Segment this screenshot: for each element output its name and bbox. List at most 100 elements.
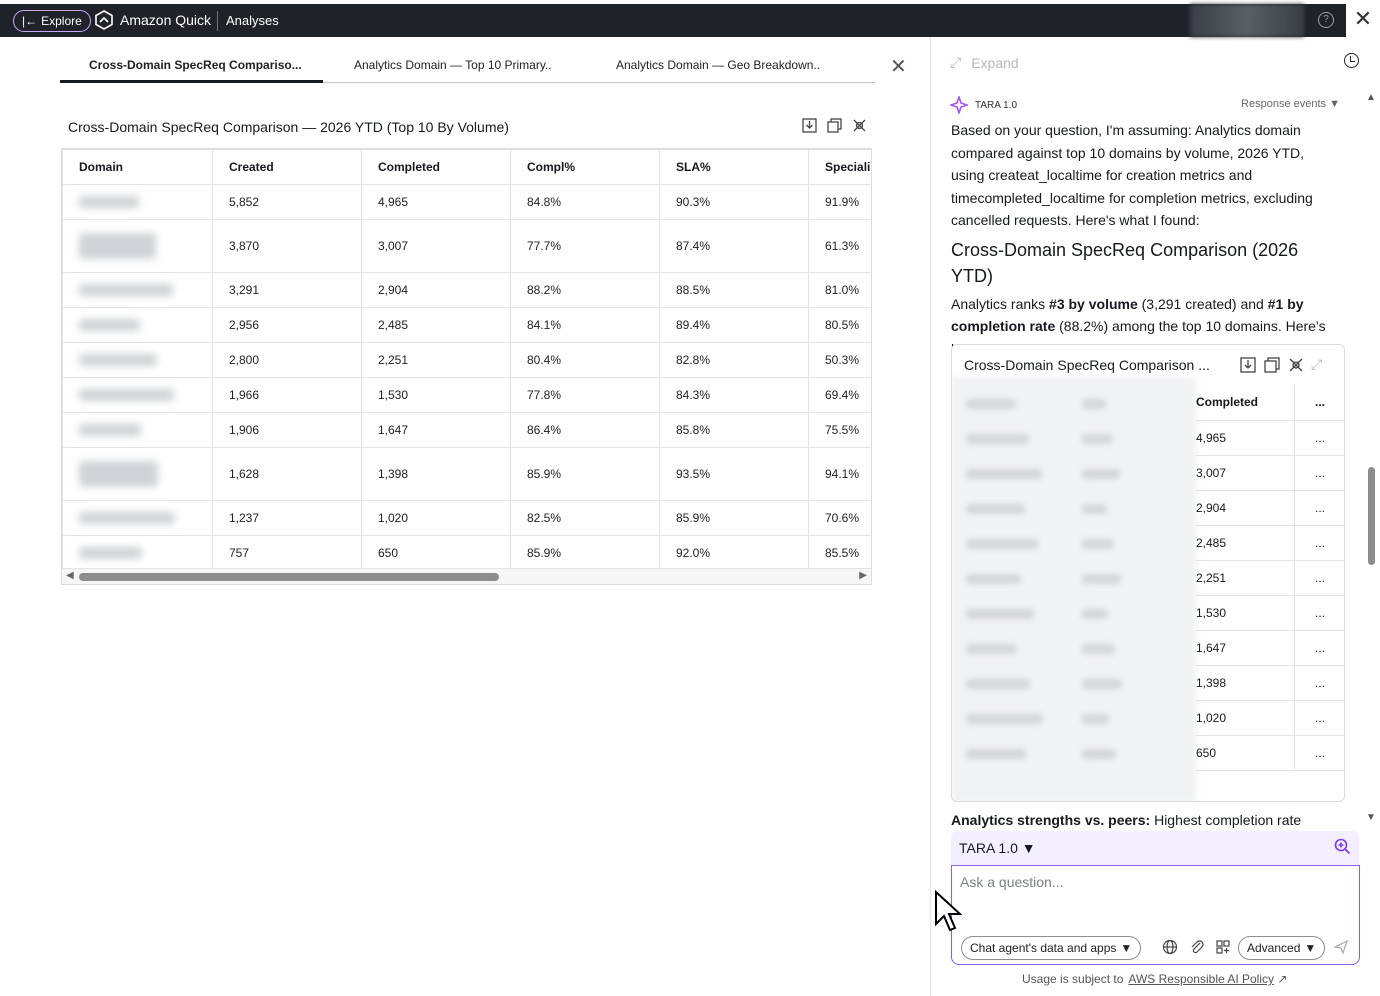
table-cell-sla[interactable]: 90.3% <box>659 184 809 220</box>
completed-cell[interactable]: 2,904 <box>1196 490 1295 526</box>
table-cell-created[interactable]: 757 <box>212 535 362 571</box>
table-cell-completed[interactable]: 1,647 <box>361 412 511 448</box>
account-menu-redacted[interactable] <box>1190 4 1304 37</box>
table-cell-created[interactable]: 3,870 <box>212 219 362 273</box>
download-icon[interactable] <box>1239 356 1257 374</box>
completed-cell[interactable]: 2,485 <box>1196 525 1295 561</box>
domain-cell-redacted[interactable] <box>62 535 213 571</box>
tab-cross-domain[interactable]: Cross-Domain SpecReq Compariso... <box>89 58 302 72</box>
table-cell-sla[interactable]: 93.5% <box>659 447 809 501</box>
table-row[interactable]: 1,020... <box>1196 700 1344 736</box>
more-cell[interactable]: ... <box>1294 560 1344 596</box>
more-cell[interactable]: ... <box>1294 490 1344 526</box>
table-cell-created[interactable]: 1,237 <box>212 500 362 536</box>
column-header[interactable]: Completed <box>361 149 511 185</box>
table-cell-sla[interactable]: 82.8% <box>659 342 809 378</box>
table-cell-spec[interactable]: 94.1% <box>808 447 871 501</box>
domain-cell-redacted[interactable] <box>62 307 213 343</box>
table-row[interactable]: 1,398... <box>1196 665 1344 701</box>
domain-cell-redacted[interactable] <box>62 412 213 448</box>
column-header[interactable]: Domain <box>62 149 213 185</box>
completed-cell[interactable]: 2,251 <box>1196 560 1295 596</box>
table-cell-compl[interactable]: 77.8% <box>510 377 660 413</box>
table-cell-created[interactable]: 2,956 <box>212 307 362 343</box>
panel-divider[interactable] <box>930 37 931 996</box>
table-cell-completed[interactable]: 650 <box>361 535 511 571</box>
grid-add-icon[interactable] <box>1215 939 1231 955</box>
table-cell-spec[interactable]: 69.4% <box>808 377 871 413</box>
table-cell-compl[interactable]: 86.4% <box>510 412 660 448</box>
more-cell[interactable]: ... <box>1294 525 1344 561</box>
table-cell-created[interactable]: 3,291 <box>212 272 362 308</box>
explore-button[interactable]: |← Explore <box>13 10 91 32</box>
table-cell-sla[interactable]: 85.9% <box>659 500 809 536</box>
column-header[interactable]: SLA% <box>659 149 809 185</box>
brand[interactable]: Amazon Quick <box>94 10 211 30</box>
table-cell-sla[interactable]: 84.3% <box>659 377 809 413</box>
table-cell-compl[interactable]: 77.7% <box>510 219 660 273</box>
table-row[interactable]: 3,007... <box>1196 455 1344 491</box>
table-cell-compl[interactable]: 85.9% <box>510 447 660 501</box>
completed-cell[interactable]: 1,530 <box>1196 595 1295 631</box>
table-cell-compl[interactable]: 88.2% <box>510 272 660 308</box>
help-icon[interactable]: ? <box>1318 12 1334 28</box>
ask-question-input[interactable] <box>960 874 1340 890</box>
table-cell-spec[interactable]: 75.5% <box>808 412 871 448</box>
table-row[interactable]: 1,906 1,647 86.4% 85.8% 75.5% <box>62 412 871 448</box>
expand-button[interactable]: ⤢ Expand <box>950 54 1019 71</box>
table-cell-spec[interactable]: 80.5% <box>808 307 871 343</box>
table-cell-compl[interactable]: 85.9% <box>510 535 660 571</box>
column-header[interactable]: Speciali <box>808 149 871 185</box>
more-cell[interactable]: ... <box>1294 595 1344 631</box>
horizontal-scrollbar[interactable]: ◀ ▶ <box>62 568 871 584</box>
ai-sparkle-icon[interactable] <box>851 117 868 134</box>
column-header[interactable]: Completed <box>1196 385 1295 421</box>
globe-icon[interactable] <box>1162 939 1178 955</box>
scrollbar-thumb[interactable] <box>79 573 499 581</box>
domain-cell-redacted[interactable] <box>62 342 213 378</box>
domain-cell-redacted[interactable] <box>62 272 213 308</box>
table-cell-compl[interactable]: 80.4% <box>510 342 660 378</box>
table-cell-created[interactable]: 1,906 <box>212 412 362 448</box>
table-row[interactable]: 2,800 2,251 80.4% 82.8% 50.3% <box>62 342 871 378</box>
table-cell-created[interactable]: 1,966 <box>212 377 362 413</box>
more-columns-header[interactable]: ... <box>1294 385 1344 421</box>
table-cell-sla[interactable]: 85.8% <box>659 412 809 448</box>
advanced-dropdown[interactable]: Advanced ▼ <box>1238 936 1326 960</box>
more-cell[interactable]: ... <box>1294 665 1344 701</box>
table-cell-completed[interactable]: 1,530 <box>361 377 511 413</box>
table-cell-completed[interactable]: 3,007 <box>361 219 511 273</box>
table-cell-compl[interactable]: 82.5% <box>510 500 660 536</box>
table-row[interactable]: 2,956 2,485 84.1% 89.4% 80.5% <box>62 307 871 343</box>
table-row[interactable]: 1,966 1,530 77.8% 84.3% 69.4% <box>62 377 871 413</box>
table-cell-spec[interactable]: 91.9% <box>808 184 871 220</box>
table-cell-completed[interactable]: 4,965 <box>361 184 511 220</box>
more-cell[interactable]: ... <box>1294 455 1344 491</box>
table-row[interactable]: 2,251... <box>1196 560 1344 596</box>
domain-cell-redacted[interactable] <box>62 500 213 536</box>
scrollbar-thumb[interactable] <box>1368 467 1375 565</box>
table-row[interactable]: 4,965... <box>1196 420 1344 456</box>
ai-sparkle-icon[interactable] <box>1287 356 1305 374</box>
table-cell-completed[interactable]: 2,485 <box>361 307 511 343</box>
scroll-up-icon[interactable]: ▲ <box>1366 92 1376 103</box>
completed-cell[interactable]: 650 <box>1196 735 1295 771</box>
table-cell-compl[interactable]: 84.8% <box>510 184 660 220</box>
table-row[interactable]: 757 650 85.9% 92.0% 85.5% <box>62 535 871 571</box>
close-tabs-icon[interactable]: ✕ <box>890 54 907 79</box>
ai-policy-link[interactable]: AWS Responsible AI Policy <box>1128 972 1274 986</box>
completed-cell[interactable]: 1,647 <box>1196 630 1295 666</box>
completed-cell[interactable]: 1,020 <box>1196 700 1295 736</box>
table-cell-completed[interactable]: 2,904 <box>361 272 511 308</box>
vertical-scrollbar[interactable]: ▲ ▼ <box>1366 92 1376 824</box>
table-row[interactable]: 1,628 1,398 85.9% 93.5% 94.1% <box>62 447 871 501</box>
table-row[interactable]: 1,530... <box>1196 595 1344 631</box>
more-cell[interactable]: ... <box>1294 700 1344 736</box>
table-cell-spec[interactable]: 70.6% <box>808 500 871 536</box>
zoom-in-icon[interactable] <box>1334 838 1351 855</box>
column-header[interactable]: Created <box>212 149 362 185</box>
table-cell-completed[interactable]: 1,398 <box>361 447 511 501</box>
table-row[interactable]: 2,904... <box>1196 490 1344 526</box>
duplicate-icon[interactable] <box>826 117 843 134</box>
tab-geo-breakdown[interactable]: Analytics Domain — Geo Breakdown.. <box>616 58 820 72</box>
